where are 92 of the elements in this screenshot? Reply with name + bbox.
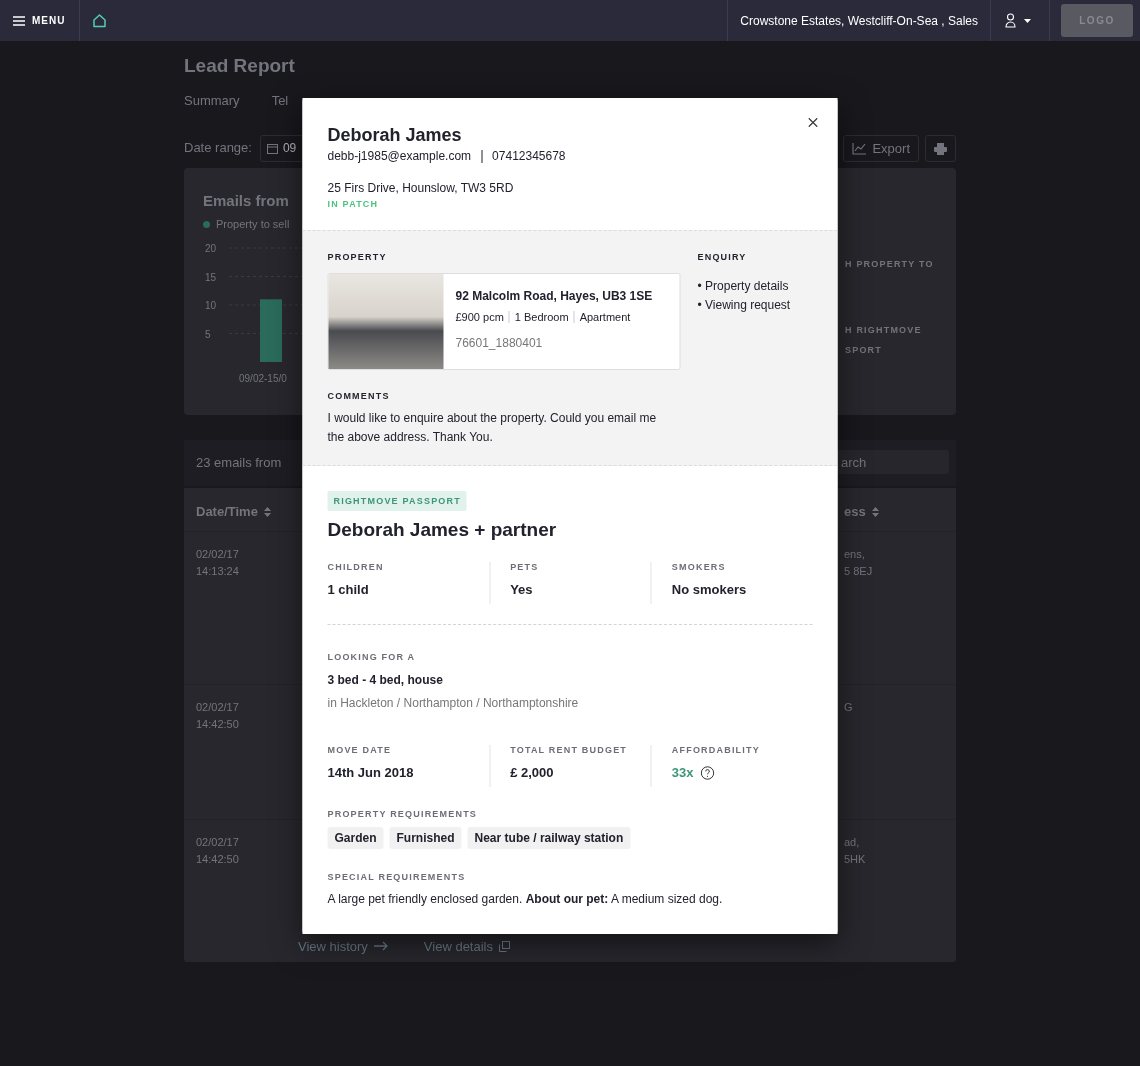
menu-icon — [13, 15, 25, 26]
lead-address: 25 Firs Drive, Hounslow, TW3 5RD — [327, 180, 515, 197]
printer-icon — [934, 142, 947, 155]
special-requirements-text: A large pet friendly enclosed garden. About our pet: A medium sized dog. — [327, 890, 724, 908]
close-button[interactable] — [806, 116, 820, 129]
enquiry-item: • Property details — [697, 277, 790, 295]
sort-icon[interactable] — [263, 507, 271, 518]
table-cell-text: G — [844, 700, 853, 715]
popout-icon — [499, 940, 510, 952]
table-link[interactable]: View details — [423, 930, 510, 962]
lead-phone: 07412345678 — [492, 149, 566, 163]
y-tick-label: 15 — [205, 271, 217, 283]
field-label: TOTAL RENT BUDGET — [510, 744, 629, 755]
table-link[interactable]: View history — [298, 930, 388, 962]
user-menu-button[interactable] — [990, 0, 1050, 41]
sort-icon[interactable] — [871, 507, 879, 518]
table-cell-text: 02/02/17 — [196, 700, 239, 715]
section-label: PROPERTY — [327, 251, 388, 262]
tab[interactable]: Summary — [184, 87, 240, 116]
emails-count: 23 emails from — [196, 454, 282, 472]
property-fact: Apartment — [573, 310, 636, 323]
card-title: Emails from — [203, 191, 289, 211]
user-icon — [1005, 13, 1016, 28]
field-label: SMOKERS — [671, 562, 727, 573]
table-cell-text: 14:13:24 — [196, 563, 239, 579]
section-label: ENQUIRY — [697, 251, 748, 262]
requirement-tag: Near tube / railway station — [467, 826, 631, 849]
tab[interactable]: Tel — [271, 87, 289, 116]
column-header: ess — [844, 503, 866, 521]
x-tick-label: 09/02-15/0 — [239, 373, 287, 385]
field-label: SPECIAL REQUIREMENTS — [327, 871, 467, 882]
table-cell-text: 14:42:50 — [196, 716, 239, 732]
close-icon — [808, 118, 818, 127]
passport-badge: RIGHTMOVE PASSPORT — [327, 491, 467, 512]
field-label: LOOKING FOR A — [327, 652, 417, 663]
home-icon — [92, 13, 108, 28]
y-tick-label: 20 — [205, 243, 217, 255]
help-icon[interactable] — [700, 765, 715, 780]
table-cell-text: 5HK — [844, 851, 866, 867]
calendar-icon — [266, 142, 278, 154]
card-text: SPORT — [845, 345, 882, 355]
field-value: 14th Jun 2018 — [327, 763, 415, 782]
requirement-tag: Furnished — [389, 826, 462, 849]
lead-email: debb-j1985@example.com — [327, 149, 472, 163]
menu-button[interactable]: MENU — [0, 0, 81, 41]
page-title: Lead Report — [184, 55, 296, 78]
affordability-score: 33x — [671, 763, 694, 782]
legend-label: Property to sell — [216, 217, 290, 232]
caret-icon — [1024, 18, 1031, 23]
card-text: H RIGHTMOVE — [845, 325, 922, 335]
y-tick-label: 5 — [205, 328, 211, 340]
field-label: AFFORDABILITY — [671, 744, 761, 755]
property-address: 92 Malcolm Road, Hayes, UB3 1SE — [455, 287, 653, 305]
field-value: 1 child — [327, 581, 370, 600]
property-fact: £900 pcm — [455, 310, 505, 323]
patch-status: IN PATCH — [327, 198, 380, 209]
field-label: MOVE DATE — [327, 744, 393, 755]
table-cell-text: ad, — [844, 835, 860, 850]
field-value: £ 2,000 — [510, 763, 555, 782]
table-cell-text: 14:42:50 — [196, 851, 239, 867]
export-button[interactable]: Export — [843, 135, 919, 162]
enquiry-item: • Viewing request — [697, 297, 792, 314]
table-cell-text: 5 8EJ — [844, 563, 873, 579]
field-label: CHILDREN — [327, 562, 385, 573]
looking-for-area: in Hackleton / Northampton / Northamptonshire — [327, 694, 813, 712]
field-value: Yes — [510, 581, 534, 600]
table-cell-text: 02/02/17 — [196, 547, 239, 562]
field-value: No smokers — [671, 581, 748, 600]
search-field[interactable]: arch — [837, 450, 949, 474]
field-label: PETS — [510, 562, 540, 573]
arrow-right-icon — [373, 941, 388, 951]
property-reference: 76601_1880401 — [455, 334, 544, 352]
column-header: Date/Time — [196, 503, 258, 521]
account-name: Crowstone Estates, Westcliff-On-Sea , Sales — [727, 0, 990, 41]
requirement-tag: Garden — [327, 826, 384, 849]
lead-name: Deborah James — [327, 125, 463, 146]
passport-title: Deborah James + partner — [327, 519, 558, 542]
table-cell-text: 02/02/17 — [196, 835, 239, 850]
field-label: PROPERTY REQUIREMENTS — [327, 808, 479, 819]
print-button[interactable] — [925, 135, 956, 162]
table-cell-text: ens, — [844, 547, 865, 562]
comment-text: I would like to enquire about the property. Could you email me the above address. Thank You. — [327, 409, 658, 446]
line-chart-icon — [852, 142, 867, 155]
card-text: H PROPERTY TO — [845, 259, 934, 269]
chart-bar — [260, 299, 282, 363]
y-tick-label: 10 — [205, 300, 217, 312]
property-fact: 1 Bedroom — [508, 310, 574, 323]
section-label: COMMENTS — [327, 390, 391, 401]
date-value: 09 — [282, 140, 297, 157]
property-card[interactable]: 92 Malcolm Road, Hayes, UB3 1SE £900 pcm 1 Bedroom Apartment 76601_1880401 — [327, 272, 681, 370]
looking-for-value: 3 bed - 4 bed, house — [327, 672, 444, 689]
date-range-label: Date range: — [184, 139, 252, 158]
